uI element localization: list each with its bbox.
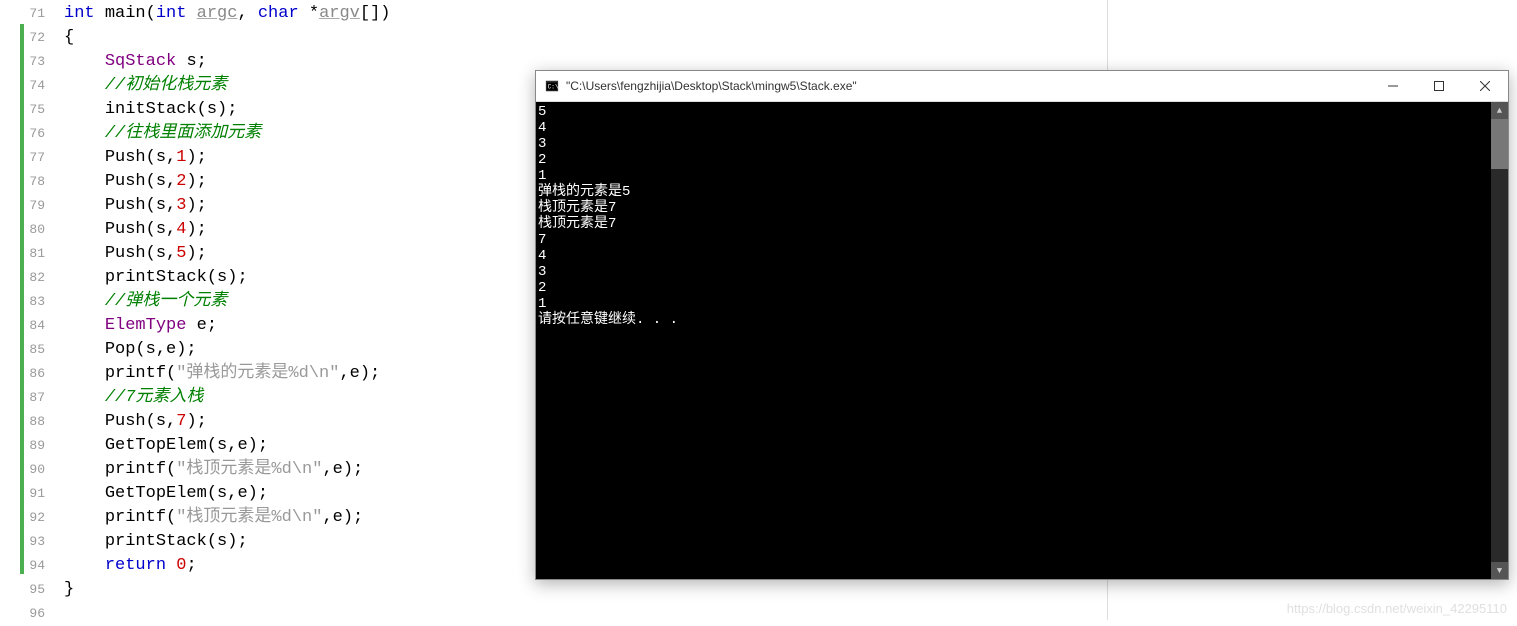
code-line[interactable]: } (64, 578, 391, 602)
code-line[interactable]: //7元素入栈 (64, 386, 391, 410)
window-controls (1370, 71, 1508, 102)
scroll-down-icon[interactable]: ▼ (1491, 562, 1508, 579)
line-number: 93 (0, 530, 55, 554)
line-number: 84 (0, 314, 55, 338)
scroll-thumb[interactable] (1491, 119, 1508, 169)
code-line[interactable]: Push(s,1); (64, 146, 391, 170)
console-output: 5 4 3 2 1 弹栈的元素是5 栈顶元素是7 栈顶元素是7 7 4 3 2 … (536, 102, 1491, 579)
close-button[interactable] (1462, 71, 1508, 102)
line-number: 74 (0, 74, 55, 98)
line-number: 77 (0, 146, 55, 170)
window-title: "C:\Users\fengzhijia\Desktop\Stack\mingw… (566, 79, 1370, 93)
line-number: 94 (0, 554, 55, 578)
titlebar[interactable]: C:\ "C:\Users\fengzhijia\Desktop\Stack\m… (536, 71, 1508, 102)
code-line[interactable]: SqStack s; (64, 50, 391, 74)
line-number: 82 (0, 266, 55, 290)
line-number: 90 (0, 458, 55, 482)
line-number: 91 (0, 482, 55, 506)
code-line[interactable]: Push(s,5); (64, 242, 391, 266)
code-line[interactable]: printf("弹栈的元素是%d\n",e); (64, 362, 391, 386)
line-number: 85 (0, 338, 55, 362)
line-number: 96 (0, 602, 55, 626)
minimize-button[interactable] (1370, 71, 1416, 102)
maximize-button[interactable] (1416, 71, 1462, 102)
line-number: 76 (0, 122, 55, 146)
scroll-up-icon[interactable]: ▲ (1491, 102, 1508, 119)
svg-text:C:\: C:\ (548, 84, 559, 91)
code-line[interactable]: //初始化栈元素 (64, 74, 391, 98)
line-number: 71 (0, 2, 55, 26)
line-number: 87 (0, 386, 55, 410)
code-line[interactable]: int main(int argc, char *argv[]) (64, 2, 391, 26)
code-line[interactable]: ElemType e; (64, 314, 391, 338)
line-number: 72 (0, 26, 55, 50)
line-number: 79 (0, 194, 55, 218)
code-area[interactable]: int main(int argc, char *argv[]){ SqStac… (64, 0, 391, 626)
line-number: 81 (0, 242, 55, 266)
line-number: 80 (0, 218, 55, 242)
code-line[interactable]: initStack(s); (64, 98, 391, 122)
line-number: 73 (0, 50, 55, 74)
code-line[interactable]: Push(s,2); (64, 170, 391, 194)
code-line[interactable]: printf("栈顶元素是%d\n",e); (64, 506, 391, 530)
code-line[interactable]: GetTopElem(s,e); (64, 482, 391, 506)
code-line[interactable]: //弹栈一个元素 (64, 290, 391, 314)
line-number: 95 (0, 578, 55, 602)
code-line[interactable]: Push(s,7); (64, 410, 391, 434)
code-line[interactable]: Push(s,3); (64, 194, 391, 218)
line-number: 86 (0, 362, 55, 386)
code-line[interactable]: Pop(s,e); (64, 338, 391, 362)
code-line[interactable]: GetTopElem(s,e); (64, 434, 391, 458)
console-window[interactable]: C:\ "C:\Users\fengzhijia\Desktop\Stack\m… (535, 70, 1509, 580)
code-line[interactable]: printStack(s); (64, 266, 391, 290)
code-line[interactable] (64, 602, 391, 626)
line-gutter: 7172737475767778798081828384858687888990… (0, 0, 60, 626)
code-line[interactable]: printf("栈顶元素是%d\n",e); (64, 458, 391, 482)
line-number: 83 (0, 290, 55, 314)
code-line[interactable]: //往栈里面添加元素 (64, 122, 391, 146)
line-number: 89 (0, 434, 55, 458)
cmd-icon: C:\ (544, 78, 560, 94)
code-line[interactable]: { (64, 26, 391, 50)
line-number: 88 (0, 410, 55, 434)
line-number: 78 (0, 170, 55, 194)
code-line[interactable]: return 0; (64, 554, 391, 578)
line-number: 75 (0, 98, 55, 122)
console-body[interactable]: 5 4 3 2 1 弹栈的元素是5 栈顶元素是7 栈顶元素是7 7 4 3 2 … (536, 102, 1508, 579)
scrollbar[interactable]: ▲ ▼ (1491, 102, 1508, 579)
line-number: 92 (0, 506, 55, 530)
code-line[interactable]: printStack(s); (64, 530, 391, 554)
watermark: https://blog.csdn.net/weixin_42295110 (1287, 601, 1507, 616)
code-line[interactable]: Push(s,4); (64, 218, 391, 242)
